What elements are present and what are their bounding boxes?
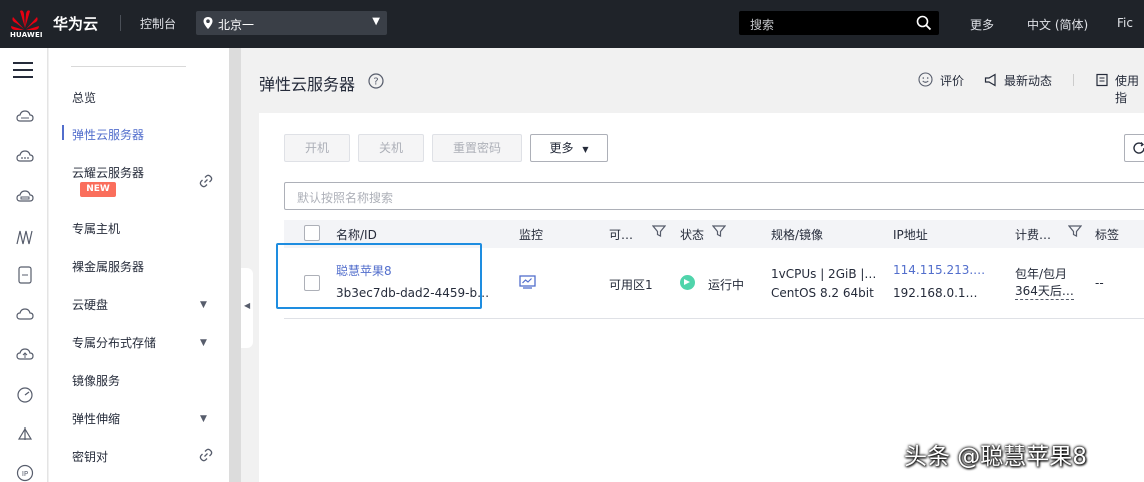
instance-spec: 1vCPUs | 2GiB |… [771,267,877,281]
cloud-icon[interactable] [16,306,34,324]
watermark: 头条 @聪慧苹果8 [904,444,1087,470]
availability-zone: 可用区1 [609,278,653,292]
region-select[interactable]: 北京一 ▼ [196,11,387,35]
link-icon[interactable] [199,448,213,462]
console-link[interactable]: 控制台 [140,15,176,32]
page-title: 弹性云服务器 [259,75,356,94]
active-indicator [62,125,64,140]
stop-button[interactable]: 关机 [358,134,424,162]
nav-more-menu[interactable]: 更多 [970,16,994,33]
sidebar-item-keypair[interactable]: 密钥对 [72,448,108,465]
help-icon[interactable]: ? [368,73,384,89]
column-header-spec: 规格/镜像 [771,228,824,242]
region-label: 北京一 [218,18,255,32]
sailboat-icon[interactable] [16,426,34,444]
logo-wordmark: HUAWEI [10,31,43,39]
user-menu[interactable]: Fic [1117,16,1133,30]
user-guide-link[interactable]: 使用指 [1115,72,1144,106]
highlight-box [276,243,482,309]
refresh-icon [1133,142,1144,154]
column-header-tags: 标签 [1095,228,1120,242]
network-topology-icon[interactable] [16,228,34,246]
search-placeholder: 搜索 [750,18,775,32]
public-ip[interactable]: 114.115.213.… [893,263,985,277]
collapse-sidebar-button[interactable]: ◀ [241,268,253,348]
status-text: 运行中 [708,278,745,292]
more-label: 更多 [549,141,574,155]
billing-mode: 包年/包月 [1015,267,1068,281]
top-navigation-bar: HUAWEI 华为云 控制台 北京一 ▼ 搜索 更多 中文 (简体) Fic [0,0,1144,48]
search-icon[interactable] [916,15,932,31]
more-actions-button[interactable]: 更多 ▼ [530,134,608,162]
smiley-icon [918,72,933,87]
cloud-server-icon[interactable] [16,108,34,126]
caret-down-icon: ▼ [372,16,380,27]
sidebar-item-ims[interactable]: 镜像服务 [72,372,120,389]
column-header-name[interactable]: 名称/ID [336,226,377,243]
running-status-icon [680,275,695,290]
instance-tags: -- [1095,276,1104,290]
caret-down-icon[interactable]: ▼ [200,338,207,348]
filter-icon[interactable] [1068,224,1082,238]
column-header-monitor: 监控 [519,228,544,242]
rate-link[interactable]: 评价 [940,72,964,89]
reset-password-button[interactable]: 重置密码 [432,134,522,162]
database-icon[interactable] [16,266,34,284]
divider [1073,74,1074,86]
sidebar-item-dss[interactable]: 专属分布式存储 [72,334,156,351]
column-header-status[interactable]: 状态 [680,226,704,243]
service-side-menu: 总览 弹性云服务器 云耀云服务器 NEW 专属主机 裸金属服务器 云硬盘 ▼ 专… [49,48,229,482]
caret-down-icon[interactable]: ▼ [200,414,207,424]
row-divider [284,318,1144,319]
global-search-input[interactable]: 搜索 [739,11,939,35]
divider [71,66,186,67]
divider [120,15,121,31]
guide-icon [1096,73,1108,87]
hamburger-menu-icon[interactable] [13,61,33,79]
service-icon-rail: IP [0,48,48,482]
sidebar-item-hecs[interactable]: 云耀云服务器 [72,164,144,181]
cloud-upload-icon[interactable] [16,346,34,364]
filter-icon[interactable] [712,224,726,238]
announcement-icon [984,73,996,87]
start-button[interactable]: 开机 [284,134,350,162]
filter-icon[interactable] [652,224,666,238]
instance-image: CentOS 8.2 64bit [771,286,874,300]
ip-address-icon[interactable]: IP [16,464,34,482]
sidebar-item-as[interactable]: 弹性伸缩 [72,410,120,427]
new-badge: NEW [80,182,116,197]
caret-left-icon: ◀ [244,301,251,310]
column-header-ip: IP地址 [893,228,928,242]
language-switcher[interactable]: 中文 (简体) [1027,16,1088,33]
location-pin-icon [203,17,213,29]
sidebar-scrollbar[interactable] [229,48,241,482]
sidebar-item-ecs[interactable]: 弹性云服务器 [72,126,144,143]
brand-name[interactable]: 华为云 [53,13,98,34]
link-icon[interactable] [199,174,213,188]
monitoring-gauge-icon[interactable] [16,386,34,404]
monitor-chart-icon[interactable] [519,275,536,289]
cloud-storage-icon[interactable] [16,188,34,206]
sidebar-item-bms[interactable]: 裸金属服务器 [72,258,144,275]
svg-text:IP: IP [22,470,28,478]
column-header-az[interactable]: 可… [609,226,633,243]
private-ip: 192.168.0.1… [893,286,978,300]
latest-news-link[interactable]: 最新动态 [1004,72,1052,89]
billing-expiry[interactable]: 364天后… [1015,282,1074,300]
refresh-button[interactable] [1124,134,1144,162]
column-header-billing[interactable]: 计费… [1015,226,1051,243]
select-all-checkbox[interactable] [304,225,320,241]
caret-down-icon[interactable]: ▼ [200,300,207,310]
svg-text:?: ? [373,77,378,88]
filter-placeholder: 默认按照名称搜索 [297,191,394,205]
sidebar-item-dedicated-host[interactable]: 专属主机 [72,220,120,237]
cloud-compute-icon[interactable] [16,148,34,166]
name-search-input[interactable]: 默认按照名称搜索 [284,182,1144,210]
sidebar-item-overview[interactable]: 总览 [72,89,96,106]
caret-down-icon: ▼ [582,145,589,154]
sidebar-item-evs[interactable]: 云硬盘 [72,296,108,313]
